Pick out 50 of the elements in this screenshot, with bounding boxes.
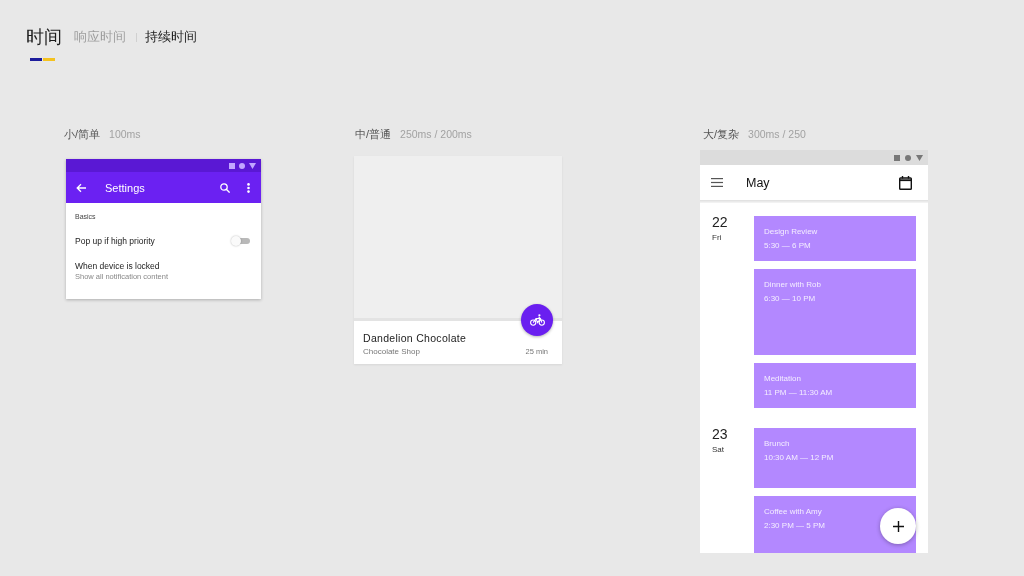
event-card[interactable]: Meditation 11 PM — 11:30 AM (754, 363, 916, 408)
place-title: Dandelion Chocolate (363, 332, 467, 345)
timing-label: 300ms / 250 (748, 127, 806, 141)
square-icon (229, 162, 235, 169)
day-number: 22 (712, 214, 728, 230)
back-arrow-icon[interactable] (76, 182, 86, 193)
bicycle-fab[interactable] (521, 304, 553, 336)
event-time: 5:30 — 6 PM (764, 241, 811, 251)
square-icon (894, 154, 900, 161)
demo-label: 中/普通 (355, 127, 392, 141)
setting-title: When device is locked (75, 261, 161, 271)
demo-label: 大/复杂 (703, 127, 740, 141)
demo-label: 小/简单 (64, 127, 101, 141)
dot-icon (905, 154, 911, 161)
menu-icon[interactable] (711, 178, 723, 187)
event-time: 11 PM — 11:30 AM (764, 388, 833, 398)
triangle-icon (249, 162, 256, 169)
event-title: Coffee with Amy (764, 507, 822, 517)
bicycle-icon (529, 314, 545, 326)
event-card[interactable]: Brunch 10:30 AM — 12 PM (754, 428, 916, 488)
timing-label: 100ms (109, 127, 141, 141)
tab[interactable]: 响应时间 (74, 29, 126, 45)
event-time: 10:30 AM — 12 PM (764, 453, 834, 463)
event-title: Design Review (764, 227, 818, 237)
triangle-icon (916, 154, 923, 161)
page-title: 时间 (26, 26, 62, 49)
place-subtitle: Chocolate Shop (363, 347, 420, 357)
event-time: 6:30 — 10 PM (764, 294, 816, 304)
event-time: 2:30 PM — 5 PM (764, 521, 825, 531)
weekday-label: Sat (712, 445, 724, 455)
timing-label: 250ms / 200ms (400, 127, 472, 141)
weekday-label: Fri (712, 233, 722, 243)
search-icon[interactable] (220, 182, 230, 193)
plus-icon (892, 520, 904, 532)
month-title: May (746, 175, 770, 190)
calendar-icon[interactable] (899, 175, 912, 190)
dot-icon (239, 162, 245, 169)
event-title: Brunch (764, 439, 790, 449)
more-vertical-icon[interactable] (247, 182, 250, 193)
event-title: Meditation (764, 374, 801, 384)
day-number: 23 (712, 426, 728, 442)
event-card[interactable]: Design Review 5:30 — 6 PM (754, 216, 916, 261)
event-title: Dinner with Rob (764, 280, 821, 290)
setting-title: Pop up if high priority (75, 236, 155, 246)
tab[interactable]: 持续时间 (145, 29, 197, 45)
toggle-switch[interactable] (231, 236, 251, 246)
screen-title: Settings (105, 181, 145, 194)
event-card[interactable]: Dinner with Rob 6:30 — 10 PM (754, 269, 916, 355)
event-card[interactable]: Coffee with Amy 2:30 PM — 5 PM (754, 496, 916, 553)
add-fab[interactable] (880, 508, 916, 544)
